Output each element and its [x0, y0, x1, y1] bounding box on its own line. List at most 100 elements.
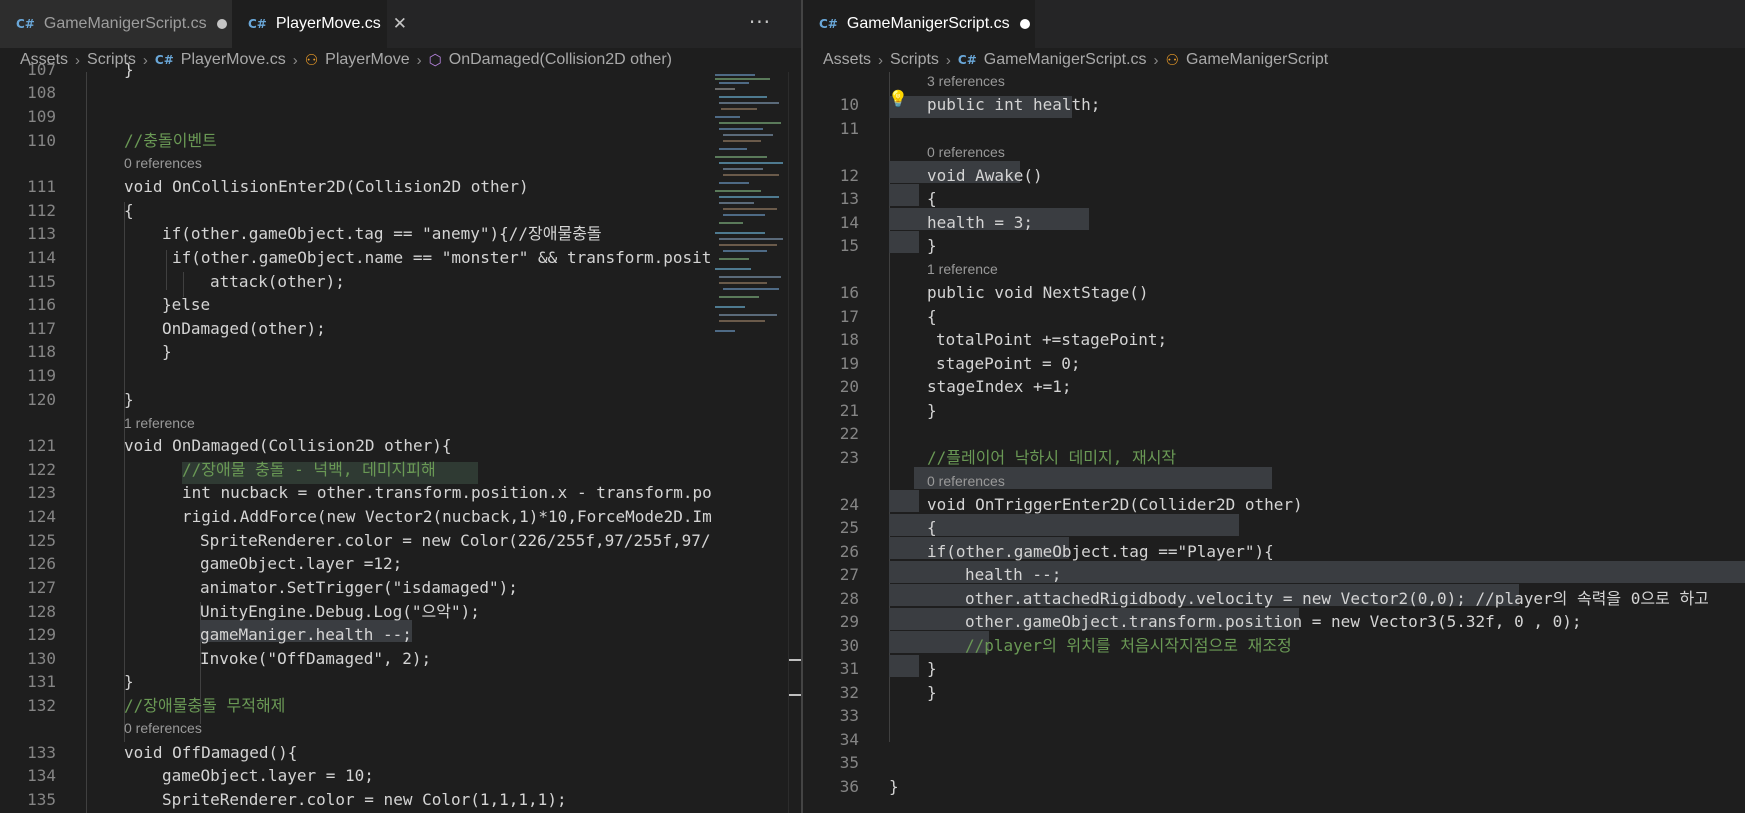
code-line: void OffDamaged(){: [124, 743, 298, 762]
csharp-file-icon: C#: [248, 17, 267, 31]
line-number: 130: [27, 649, 56, 668]
selection-highlight: [889, 655, 919, 677]
code-line: {: [927, 189, 937, 208]
csharp-file-icon: C#: [16, 17, 35, 31]
chevron-right-icon: ›: [1153, 51, 1159, 69]
chevron-right-icon: ›: [292, 51, 298, 69]
code-line: if(other.gameObject.name == "monster" &&…: [172, 248, 712, 267]
tab-label: PlayerMove.cs: [275, 15, 381, 32]
line-number: 118: [27, 342, 56, 361]
code-line: SpriteRenderer.color = new Color(226/255…: [200, 531, 711, 550]
code-line: stageIndex +=1;: [927, 377, 1072, 396]
close-icon[interactable]: ✕: [393, 14, 407, 34]
line-number: 115: [27, 272, 56, 291]
line-number: 13: [839, 189, 859, 208]
code-line: other.attachedRigidbody.velocity = new V…: [965, 589, 1709, 608]
line-number: 114: [27, 248, 56, 267]
code-line: if(other.gameObject.tag == "anemy"){//장애…: [162, 224, 602, 243]
line-number: 23: [839, 448, 859, 467]
selection-highlight: [889, 184, 919, 206]
line-number: 15: [839, 236, 859, 255]
code-line: }: [889, 777, 899, 796]
code-comment: //장애물 충돌 - 넉백, 데미지피해: [182, 460, 436, 479]
breadcrumb-method[interactable]: OnDamaged(Collision2D other): [449, 51, 672, 69]
line-number: 127: [27, 578, 56, 597]
code-line: void OnDamaged(Collision2D other){: [124, 436, 452, 455]
code-line: }: [927, 236, 937, 255]
tab-gamemaniger-script-right[interactable]: C# GameManigerScript.cs: [803, 0, 1035, 48]
scrollbar[interactable]: [788, 72, 801, 813]
code-editor[interactable]: 💡 3 references 10 11 0 references 12 13 …: [803, 72, 1745, 813]
codelens-references[interactable]: 0 references: [927, 141, 1005, 165]
code-line: gameObject.layer = 10;: [162, 766, 374, 785]
breadcrumb-class[interactable]: GameManigerScript: [1186, 51, 1328, 69]
tab-label: GameManigerScript.cs: [43, 15, 207, 32]
breadcrumb-file[interactable]: PlayerMove.cs: [181, 51, 286, 69]
tab-gamemaniger-script[interactable]: C# GameManigerScript.cs: [0, 0, 232, 48]
line-number: 125: [27, 531, 56, 550]
code-line: public void NextStage(): [927, 283, 1149, 302]
left-tab-bar: C# GameManigerScript.cs C# PlayerMove.cs…: [0, 0, 801, 48]
code-line: rigid.AddForce(new Vector2(nucback,1)*10…: [182, 507, 712, 526]
code-line: Invoke("OffDamaged", 2);: [200, 649, 432, 668]
code-line: }: [927, 401, 937, 420]
code-line: int nucback = other.transform.position.x…: [182, 483, 712, 502]
line-number: 134: [27, 766, 56, 785]
codelens-references[interactable]: 0 references: [124, 717, 202, 741]
selection-highlight: [889, 231, 919, 253]
code-line: stagePoint = 0;: [936, 354, 1081, 373]
line-number: 111: [27, 177, 56, 196]
line-number: 123: [27, 483, 56, 502]
tab-playermove[interactable]: C# PlayerMove.cs ✕: [232, 0, 407, 48]
code-comment: //player의 위치를 처음시작지점으로 재조정: [965, 636, 1292, 655]
code-line: void Awake(): [927, 166, 1043, 185]
code-line: {: [124, 201, 134, 220]
line-number: 119: [27, 366, 56, 385]
codelens-references[interactable]: 0 references: [927, 470, 1005, 494]
chevron-right-icon: ›: [142, 51, 148, 69]
code-editor[interactable]: 107 } 108 109 110 0 references 111 112 1…: [0, 60, 801, 813]
line-number: 129: [27, 625, 56, 644]
code-line: }else: [162, 295, 211, 314]
ellipsis-icon[interactable]: ···: [749, 10, 771, 34]
codelens-references[interactable]: 1 reference: [927, 258, 998, 282]
line-number: 12: [839, 166, 859, 185]
line-number: 132: [27, 696, 56, 715]
breadcrumb-class[interactable]: PlayerMove: [325, 51, 409, 69]
code-line: public int health;: [927, 95, 1101, 114]
minimap[interactable]: [713, 72, 788, 372]
csharp-file-icon: C#: [957, 53, 977, 67]
codelens-references[interactable]: 1 reference: [124, 412, 195, 436]
breadcrumb-assets[interactable]: Assets: [823, 51, 871, 69]
line-number: 34: [839, 730, 859, 749]
codelens-references[interactable]: 0 references: [124, 152, 202, 176]
line-number: 135: [27, 790, 56, 809]
code-line: gameObject.layer =12;: [200, 554, 403, 573]
line-number: 36: [839, 777, 859, 796]
line-number: 126: [27, 554, 56, 573]
code-line: {: [927, 518, 937, 537]
line-number: 18: [839, 330, 859, 349]
line-number: 25: [839, 518, 859, 537]
line-number: 20: [839, 377, 859, 396]
unsaved-dot-icon: [216, 19, 227, 29]
line-number: 17: [839, 307, 859, 326]
line-number: 108: [27, 83, 56, 102]
code-line: {: [927, 307, 937, 326]
code-line: }: [927, 659, 937, 678]
line-number: 26: [839, 542, 859, 561]
code-line: SpriteRenderer.color = new Color(1,1,1,1…: [162, 790, 567, 809]
chevron-right-icon: ›: [416, 51, 422, 69]
code-line: attack(other);: [210, 272, 345, 291]
breadcrumb-file[interactable]: GameManigerScript.cs: [984, 51, 1147, 69]
breadcrumb-scripts[interactable]: Scripts: [890, 51, 939, 69]
lightbulb-icon[interactable]: 💡: [888, 89, 908, 108]
class-icon: ⚇: [304, 51, 319, 69]
codelens-references[interactable]: 3 references: [927, 70, 1005, 94]
line-number: 21: [839, 401, 859, 420]
selection-highlight: [889, 514, 1239, 536]
code-line: }: [124, 60, 134, 79]
line-number: 120: [27, 390, 56, 409]
scroll-position-marker: [789, 659, 801, 661]
left-editor-group: C# GameManigerScript.cs C# PlayerMove.cs…: [0, 0, 801, 813]
